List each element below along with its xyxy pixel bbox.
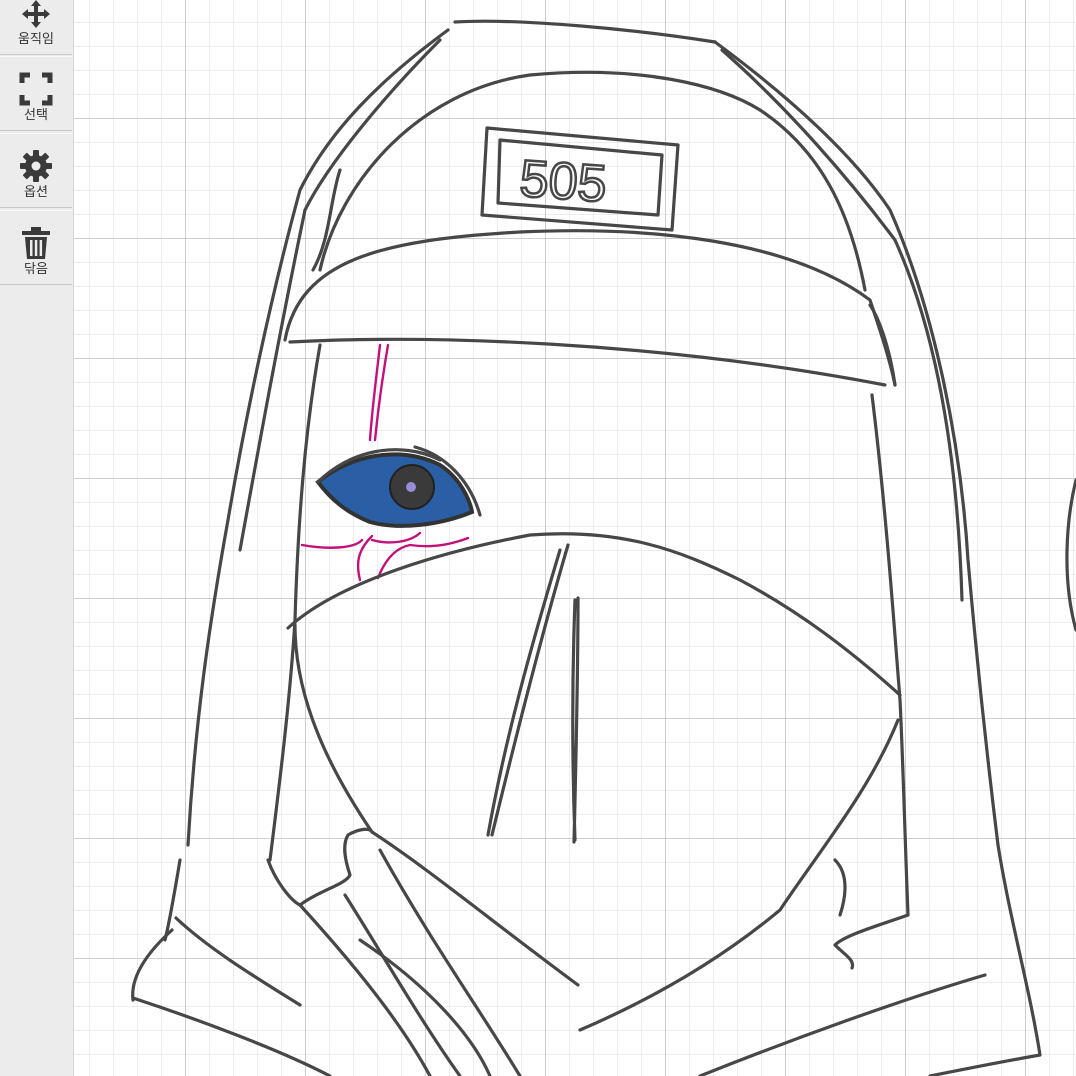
options-tool-button[interactable]: 옵션	[0, 133, 72, 208]
tool-sidebar: 움직임 선택 옵션 닦음	[0, 0, 74, 1076]
patch-text: 505	[518, 150, 609, 214]
gear-icon	[20, 150, 52, 182]
select-tool-label: 선택	[24, 108, 48, 123]
clear-tool-label: 닦음	[24, 262, 48, 277]
move-tool-label: 움직임	[18, 32, 54, 47]
select-icon	[19, 72, 53, 106]
clear-tool-button[interactable]: 닦음	[0, 210, 72, 285]
eye-highlight	[406, 482, 416, 492]
trash-icon	[22, 227, 50, 259]
select-tool-button[interactable]: 선택	[0, 56, 72, 131]
move-tool-button[interactable]: 움직임	[0, 0, 72, 55]
sketch-drawing: 505	[131, 19, 1076, 1076]
options-tool-label: 옵션	[24, 185, 48, 200]
move-icon	[22, 0, 50, 28]
